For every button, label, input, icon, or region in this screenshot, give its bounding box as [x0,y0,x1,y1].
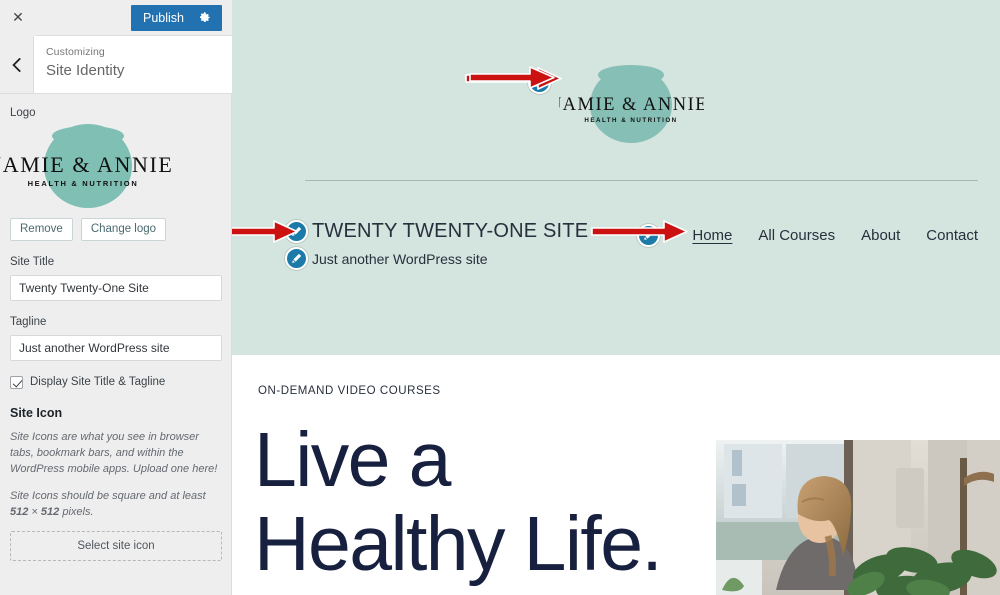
publish-button-label: Publish [143,10,184,25]
svg-text:HEALTH & NUTRITION: HEALTH & NUTRITION [28,179,139,188]
customizer-topbar: Publish [0,0,232,36]
edit-navigation-pencil[interactable] [637,224,661,247]
site-icon-help-pre: Site Icons should be square and at least [10,490,206,502]
close-icon[interactable] [0,0,36,36]
site-identity-controls: Logo JAMIE & ANNIE HEALTH & NUTRITION Re… [0,94,231,561]
site-logo-wrap: JAMIE & ANNIE HEALTH & NUTRITION [232,57,1000,150]
customizing-eyebrow: Customizing [46,46,105,58]
site-icon-help-text-2: Site Icons should be square and at least… [10,488,221,520]
display-title-tagline-label: Display Site Title & Tagline [30,376,166,388]
site-preview: JAMIE & ANNIE HEALTH & NUTRITION TWENTY … [232,0,1000,595]
edit-logo-pencil[interactable] [528,71,551,94]
logo-image: JAMIE & ANNIE HEALTH & NUTRITION [0,124,172,215]
site-icon-dimension-2: 512 [40,506,60,518]
site-title-row: TWENTY TWENTY-ONE SITE [285,219,588,244]
nav-item-home[interactable]: Home [692,227,732,244]
logo-actions: Remove Change logo [10,218,221,241]
hero-section: ON-DEMAND VIDEO COURSES Live a Healthy L… [232,355,1000,595]
gear-icon[interactable] [198,11,211,24]
nav-item-about[interactable]: About [861,227,900,244]
svg-text:HEALTH & NUTRITION: HEALTH & NUTRITION [584,117,677,124]
publish-button[interactable]: Publish [131,4,222,31]
edit-tagline-pencil[interactable] [285,247,308,270]
header-divider [305,180,978,181]
site-title-label: Site Title [10,256,55,268]
customizer-sidebar: Publish Customizing Site Identity Logo [0,0,232,595]
remove-logo-button[interactable]: Remove [10,218,73,241]
hero-title-line-2: Healthy Life. [254,501,663,587]
customizer-panel-header: Customizing Site Identity [0,36,232,94]
change-logo-button[interactable]: Change logo [80,218,167,241]
site-branding: TWENTY TWENTY-ONE SITE Just another Word… [285,219,588,270]
site-tagline-row: Just another WordPress site [285,247,588,270]
site-tagline-text[interactable]: Just another WordPress site [312,249,488,269]
hero-title-line-1: Live a [254,417,451,503]
hero-image [716,440,1000,595]
site-icon-help-mid: × [28,506,41,518]
customizer-screen: Publish Customizing Site Identity Logo [0,0,1000,595]
logo-preview: JAMIE & ANNIE HEALTH & NUTRITION [0,124,221,210]
svg-text:JAMIE & ANNIE: JAMIE & ANNIE [0,152,171,177]
select-site-icon-button[interactable]: Select site icon [10,531,222,561]
hero-eyebrow: ON-DEMAND VIDEO COURSES [258,385,441,397]
site-icon-heading: Site Icon [10,406,63,420]
site-logo-image[interactable]: JAMIE & ANNIE HEALTH & NUTRITION [554,57,707,150]
panel-title-block: Customizing Site Identity [34,36,232,93]
publish-group: Publish [131,4,222,31]
logo-label: Logo [10,107,36,119]
hero-title: Live a Healthy Life. [254,417,663,587]
display-title-tagline-row[interactable]: Display Site Title & Tagline [10,375,221,390]
nav-item-contact[interactable]: Contact [926,227,978,244]
svg-text:JAMIE & ANNIE: JAMIE & ANNIE [559,95,704,115]
display-title-tagline-checkbox[interactable] [10,376,23,389]
site-header: JAMIE & ANNIE HEALTH & NUTRITION TWENTY … [232,0,1000,355]
nav-item-all-courses[interactable]: All Courses [758,227,835,244]
edit-site-title-pencil[interactable] [285,220,308,243]
site-icon-dimension-1: 512 [10,506,29,518]
tagline-input[interactable] [10,335,222,361]
site-icon-help-text-1: Site Icons are what you see in browser t… [10,431,218,475]
back-chevron-icon[interactable] [0,36,34,93]
site-title-input[interactable] [10,275,222,301]
page-title: Site Identity [46,62,125,79]
tagline-label: Tagline [10,316,47,328]
site-title-text[interactable]: TWENTY TWENTY-ONE SITE [312,219,588,244]
site-icon-help-post: pixels. [59,506,94,518]
primary-navigation: Home All Courses About Contact [637,224,978,247]
